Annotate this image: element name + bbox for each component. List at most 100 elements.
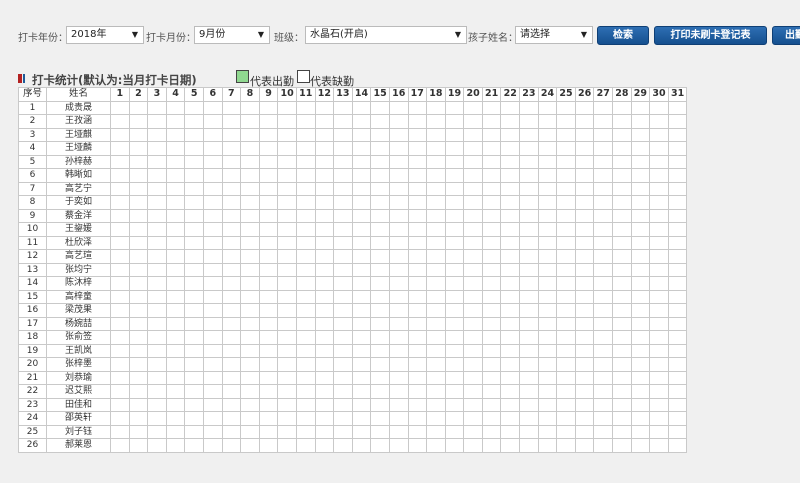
attendance-cell — [240, 208, 260, 223]
attendance-cell — [184, 249, 204, 264]
column-header-day: 16 — [388, 87, 409, 102]
student-name: 张均宁 — [46, 262, 111, 277]
attendance-cell — [630, 424, 651, 439]
attendance-cell — [277, 438, 297, 453]
attendance-cell — [165, 384, 186, 399]
attendance-cell — [128, 127, 149, 142]
attendance-cell — [612, 411, 632, 426]
row-index: 4 — [18, 141, 47, 156]
attendance-cell — [574, 303, 595, 318]
attendance-cell — [444, 181, 465, 196]
attendance-cell — [556, 411, 576, 426]
column-header-day: 27 — [593, 87, 614, 102]
attendance-cell — [444, 208, 465, 223]
attendance-cell — [202, 100, 223, 115]
attendance-cell — [537, 370, 558, 385]
attendance-cell — [351, 316, 372, 331]
month-select[interactable]: 9月份 ▼ — [194, 26, 270, 44]
attendance-cell — [612, 127, 632, 142]
attendance-cell — [444, 397, 465, 412]
attendance-cell — [165, 127, 186, 142]
table-row: 4 王垭麟 — [18, 141, 688, 156]
class-select[interactable]: 水晶石(开启) ▼ — [305, 26, 467, 44]
attendance-cell — [556, 303, 576, 318]
attendance-cell — [351, 330, 372, 345]
attendance-cell — [500, 208, 521, 223]
attendance-cell — [258, 411, 279, 426]
attendance-cell — [277, 370, 297, 385]
attendance-cell — [388, 127, 409, 142]
attendance-cell — [258, 343, 279, 358]
attendance-cell — [574, 343, 595, 358]
print-unswiped-button[interactable]: 打印未刷卡登记表 — [654, 26, 767, 45]
attendance-cell — [593, 249, 614, 264]
attendance-cell — [240, 303, 260, 318]
attendance-cell — [110, 195, 130, 210]
attendance-cell — [333, 154, 353, 169]
table-row: 2 王孜涵 — [18, 114, 688, 129]
attendance-cell — [295, 370, 316, 385]
attendance-cell — [258, 222, 279, 237]
attendance-cell — [407, 100, 428, 115]
search-button[interactable]: 检索 — [597, 26, 649, 45]
attendance-cell — [128, 249, 149, 264]
attendance-cell — [667, 222, 688, 237]
attendance-cell — [165, 249, 186, 264]
row-index: 26 — [18, 438, 47, 453]
attendance-cell — [593, 424, 614, 439]
attendance-cell — [537, 357, 558, 372]
attendance-cell — [426, 357, 446, 372]
attendance-cell — [314, 289, 335, 304]
attendance-cell — [612, 168, 632, 183]
attendance-cell — [202, 195, 223, 210]
attendance-cell — [110, 262, 130, 277]
attendance-cell — [556, 195, 576, 210]
child-select[interactable]: 请选择 ▼ — [515, 26, 593, 44]
attendance-cell — [202, 438, 223, 453]
attendance-cell — [165, 154, 186, 169]
attendance-cell — [128, 181, 149, 196]
attendance-cell — [202, 397, 223, 412]
attendance-cell — [221, 303, 242, 318]
attendance-cell — [519, 397, 539, 412]
attendance-cell — [128, 168, 149, 183]
attendance-cell — [128, 343, 149, 358]
column-header-day: 19 — [444, 87, 465, 102]
attendance-cell — [519, 343, 539, 358]
attendance-cell — [165, 343, 186, 358]
attendance-cell — [165, 100, 186, 115]
attendance-cell — [574, 114, 595, 129]
attendance-cell — [258, 438, 279, 453]
attendance-cell — [649, 222, 669, 237]
column-header-day: 28 — [612, 87, 632, 102]
attendance-cell — [649, 316, 669, 331]
export-button[interactable]: 出勤 — [772, 26, 800, 45]
attendance-cell — [667, 370, 688, 385]
attendance-cell — [258, 276, 279, 291]
attendance-cell — [277, 316, 297, 331]
attendance-cell — [110, 357, 130, 372]
attendance-cell — [333, 195, 353, 210]
attendance-cell — [295, 330, 316, 345]
attendance-cell — [165, 303, 186, 318]
attendance-cell — [128, 289, 149, 304]
attendance-cell — [519, 303, 539, 318]
attendance-cell — [649, 276, 669, 291]
attendance-cell — [258, 303, 279, 318]
attendance-cell — [240, 141, 260, 156]
student-name: 杜欣泽 — [46, 235, 111, 250]
attendance-cell — [295, 100, 316, 115]
student-name: 杨婉喆 — [46, 316, 111, 331]
column-header-day: 11 — [295, 87, 316, 102]
attendance-cell — [407, 276, 428, 291]
attendance-cell — [481, 303, 502, 318]
attendance-cell — [574, 357, 595, 372]
attendance-cell — [202, 208, 223, 223]
column-header-day: 22 — [500, 87, 521, 102]
attendance-cell — [370, 154, 390, 169]
year-select[interactable]: 2018年 ▼ — [66, 26, 144, 44]
attendance-cell — [202, 222, 223, 237]
attendance-cell — [128, 411, 149, 426]
attendance-cell — [314, 235, 335, 250]
attendance-cell — [240, 343, 260, 358]
